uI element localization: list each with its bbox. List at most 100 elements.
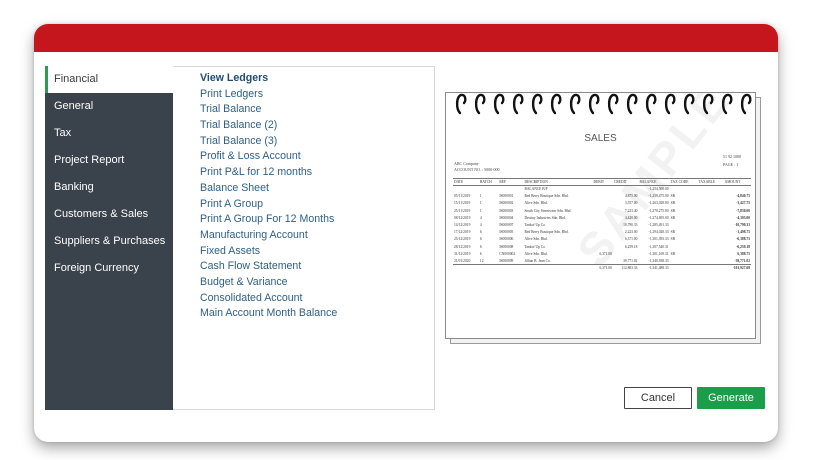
report-cell: -1,285,491.33	[648, 223, 669, 228]
report-meta: 51 92 1080 PAGE : 1	[723, 153, 741, 169]
report-cell: 6	[479, 237, 482, 242]
report-row: 25/11/2019 1 IS000003 South City Streetwear…	[453, 207, 751, 214]
report-cell	[698, 214, 724, 221]
report-cell: Alive Sdn. Bhd.	[524, 251, 548, 256]
report-total-cell	[697, 264, 724, 272]
binding-ring	[607, 93, 619, 115]
report-cell: 25/11/2019	[454, 208, 471, 213]
report-totals-row: 6,371.00 112,803.33 -1,341,488.33 -101,927.…	[453, 264, 751, 272]
report-profit-loss[interactable]: Profit & Loss Account	[200, 149, 337, 165]
report-cell	[698, 193, 724, 200]
sidebar-item-foreign-currency[interactable]: Foreign Currency	[45, 255, 173, 282]
sidebar-item-project-report[interactable]: Project Report	[45, 147, 173, 174]
report-cell: 1	[479, 194, 482, 199]
report-column-header: DATE	[453, 178, 479, 186]
report-cell: -1,270,275.00	[648, 208, 669, 213]
report-cell: BALANCE B/F	[524, 187, 548, 192]
report-total-cell: -101,927.68	[723, 264, 751, 272]
report-main-account-month-balance[interactable]: Main Account Month Balance	[200, 306, 337, 322]
report-cell: 31/12/2019	[454, 251, 471, 256]
report-print-group-12-months[interactable]: Print A Group For 12 Months	[200, 212, 337, 228]
report-cell: Alive Sdn. Bhd.	[524, 237, 548, 242]
report-page-number: PAGE : 1	[723, 162, 739, 167]
binding-ring	[626, 93, 638, 115]
report-cell: -1,307,540.31	[648, 244, 669, 249]
report-cell	[613, 250, 638, 257]
report-trial-balance-3[interactable]: Trial Balance (3)	[200, 134, 337, 150]
report-cell: 1	[479, 201, 482, 206]
report-manufacturing-account[interactable]: Manufacturing Account	[200, 228, 337, 244]
report-cell: 15/11/2019	[454, 201, 471, 206]
report-account-no: ACCOUNT NO. : 5000-000	[454, 167, 500, 172]
report-column-header: CREDIT	[613, 178, 639, 186]
report-cell	[592, 200, 613, 207]
report-cell	[698, 207, 724, 214]
report-row: 05/11/2019 1 IS000001 Red Berry Boutique Sd…	[453, 193, 751, 200]
report-cell: 4,420.00	[624, 215, 638, 220]
report-cell: -4,303.00	[736, 215, 750, 220]
binding-ring	[550, 93, 562, 115]
report-cell: 05/11/2019	[454, 194, 471, 199]
report-cell: SR	[670, 201, 676, 206]
report-cell	[592, 236, 613, 243]
binding-ring	[664, 93, 676, 115]
binding-ring	[474, 93, 486, 115]
report-cash-flow[interactable]: Cash Flow Statement	[200, 259, 337, 275]
generate-button[interactable]: Generate	[697, 387, 765, 409]
report-cell	[698, 250, 724, 257]
report-cell: IS000007	[499, 223, 514, 228]
report-print-ledgers[interactable]: Print Ledgers	[200, 87, 337, 103]
report-cell	[498, 186, 523, 193]
report-trial-balance[interactable]: Trial Balance	[200, 102, 337, 118]
report-cell	[592, 193, 613, 200]
report-list: View Ledgers Print Ledgers Trial Balance…	[200, 71, 337, 322]
report-cell: SR	[670, 230, 676, 235]
report-cell: IS000003	[499, 208, 514, 213]
report-cell: 10,790.33	[623, 223, 638, 228]
report-view-ledgers[interactable]: View Ledgers	[200, 71, 337, 87]
report-cell: 4,875.00	[624, 194, 638, 199]
report-cell	[698, 200, 724, 207]
report-table-body: BALANCE B/F -1,254,500.00 05/11/2019 1 IS000…	[453, 186, 751, 272]
report-budget-variance[interactable]: Budget & Variance	[200, 275, 337, 291]
report-cell: Red Berry Boutique Sdn. Bhd.	[524, 230, 569, 235]
report-cell: IS000009	[499, 258, 514, 263]
report-column-header: BALANCE	[638, 178, 670, 186]
report-cell: -6,388.75	[736, 237, 750, 242]
report-print-pl-12-months[interactable]: Print P&L for 12 months	[200, 165, 337, 181]
report-cell: SR	[670, 237, 676, 242]
report-column-header: BATCH	[478, 178, 499, 186]
report-fixed-assets[interactable]: Fixed Assets	[200, 244, 337, 260]
sidebar-item-tax[interactable]: Tax	[45, 120, 173, 147]
report-balance-sheet[interactable]: Balance Sheet	[200, 181, 337, 197]
report-trial-balance-2[interactable]: Trial Balance (2)	[200, 118, 337, 134]
sidebar-item-general[interactable]: General	[45, 93, 173, 120]
report-cell: -10,790.33	[734, 223, 750, 228]
report-cell: 3,557.00	[624, 201, 638, 206]
report-cell	[592, 221, 613, 228]
binding-ring	[740, 93, 752, 115]
report-row: 21/01/2020 12 IS000009 Jillian B. Jean Co. 3…	[453, 257, 751, 264]
report-cell: IS000006	[499, 237, 514, 242]
report-cell	[670, 186, 698, 193]
sidebar-item-customers-sales[interactable]: Customers & Sales	[45, 201, 173, 228]
sidebar-item-suppliers-purchases[interactable]: Suppliers & Purchases	[45, 228, 173, 255]
sidebar-item-banking[interactable]: Banking	[45, 174, 173, 201]
report-cell: 14/12/2019	[454, 223, 471, 228]
report-print-a-group[interactable]: Print A Group	[200, 197, 337, 213]
report-consolidated-account[interactable]: Consolidated Account	[200, 291, 337, 307]
sidebar-item-financial[interactable]: Financial	[45, 66, 173, 93]
report-cell: -1,263,028.00	[648, 201, 669, 206]
report-cell: 6,259.18	[624, 244, 638, 249]
report-cell	[698, 257, 724, 264]
report-cell	[724, 186, 751, 193]
cancel-button[interactable]: Cancel	[624, 387, 692, 409]
report-cell: 7,223.40	[624, 208, 638, 213]
report-cell: South City Streetwear Sdn. Bhd.	[524, 208, 572, 213]
binding-ring	[702, 93, 714, 115]
report-cell: -1,498.75	[736, 230, 750, 235]
report-cell	[592, 257, 613, 264]
report-cell	[670, 257, 698, 264]
report-preview-panel: SAMPLE SALES ABC Company ACCOUNT NO. : 5…	[435, 66, 766, 354]
report-cell: SR	[670, 194, 676, 199]
